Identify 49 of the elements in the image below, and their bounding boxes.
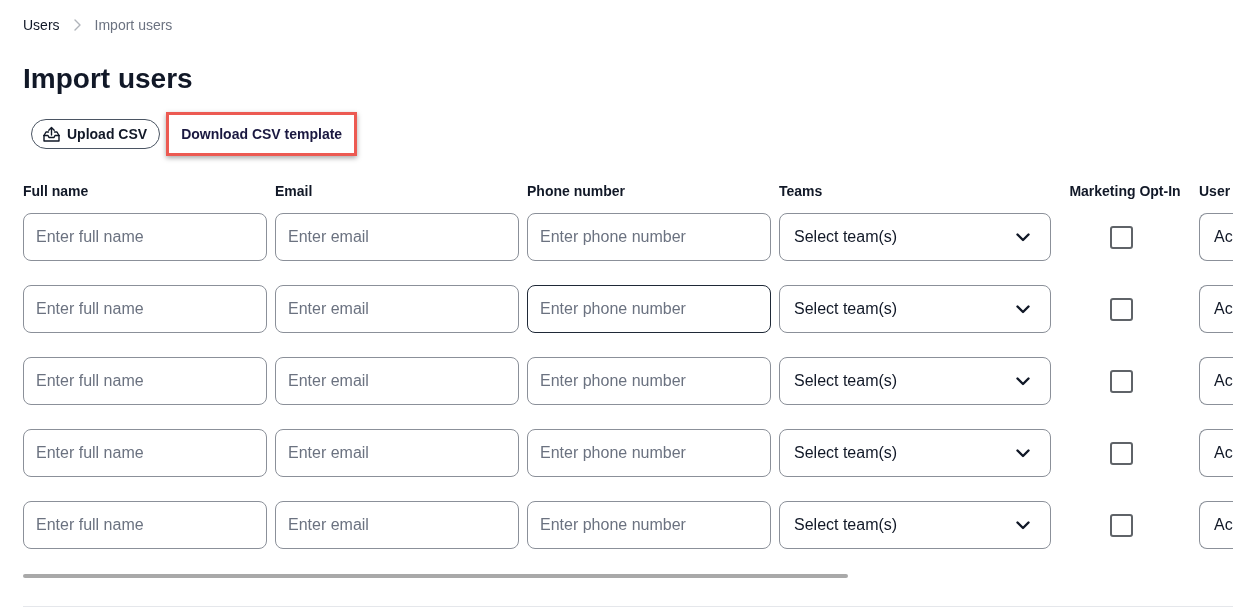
input-field[interactable]: Enter full name: [23, 429, 267, 477]
checkbox[interactable]: [1109, 225, 1133, 249]
column-header: Phone number: [527, 182, 625, 201]
column-header: User: [1199, 182, 1231, 201]
download-button[interactable]: Download CSV template: [166, 112, 358, 156]
input-field[interactable]: Enter phone number: [527, 429, 771, 477]
input-field[interactable]: Enter email: [275, 357, 519, 405]
column-header: Email: [275, 182, 313, 201]
chevron-down-icon: [1016, 232, 1030, 242]
input-field[interactable]: Enter phone number: [527, 501, 771, 549]
breadcrumb-link[interactable]: Users: [23, 16, 60, 34]
input-field[interactable]: Enter phone number: [527, 357, 771, 405]
select-field[interactable]: Ac: [1199, 429, 1233, 477]
page-title: Import users: [23, 62, 193, 96]
input-field[interactable]: Enter email: [275, 429, 519, 477]
checkbox[interactable]: [1109, 297, 1133, 321]
select-field[interactable]: Ac: [1199, 213, 1233, 261]
input-field[interactable]: Enter email: [275, 213, 519, 261]
chevron-down-icon: [1016, 376, 1030, 386]
input-field[interactable]: Enter email: [275, 285, 519, 333]
checkbox[interactable]: [1109, 513, 1133, 537]
select-field[interactable]: Ac: [1199, 357, 1233, 405]
select-field[interactable]: Select team(s): [779, 429, 1051, 477]
chevron-right-icon: [73, 19, 81, 31]
select-field[interactable]: Select team(s): [779, 285, 1051, 333]
upload-button[interactable]: Upload CSV: [31, 119, 161, 149]
input-field[interactable]: Enter full name: [23, 213, 267, 261]
checkbox[interactable]: [1109, 441, 1133, 465]
input-field[interactable]: Enter full name: [23, 285, 267, 333]
select-field[interactable]: Select team(s): [779, 357, 1051, 405]
input-field[interactable]: Enter email: [275, 501, 519, 549]
select-field[interactable]: Ac: [1199, 285, 1233, 333]
chevron-down-icon: [1016, 448, 1030, 458]
upload-icon: [43, 126, 60, 142]
select-field[interactable]: Select team(s): [779, 501, 1051, 549]
checkbox[interactable]: [1109, 369, 1133, 393]
column-header: Teams: [779, 182, 823, 201]
input-field[interactable]: Enter full name: [23, 357, 267, 405]
column-header: Marketing Opt-In: [1069, 182, 1181, 201]
column-header: Full name: [23, 182, 89, 201]
input-field[interactable]: Enter phone number: [527, 213, 771, 261]
input-field[interactable]: Enter phone number: [527, 285, 771, 333]
breadcrumb-current: Import users: [94, 16, 173, 34]
chevron-down-icon: [1016, 304, 1030, 314]
scrollbar-thumb[interactable]: [23, 574, 848, 578]
input-field[interactable]: Enter full name: [23, 501, 267, 549]
chevron-down-icon: [1016, 520, 1030, 530]
select-field[interactable]: Ac: [1199, 501, 1233, 549]
select-field[interactable]: Select team(s): [779, 213, 1051, 261]
